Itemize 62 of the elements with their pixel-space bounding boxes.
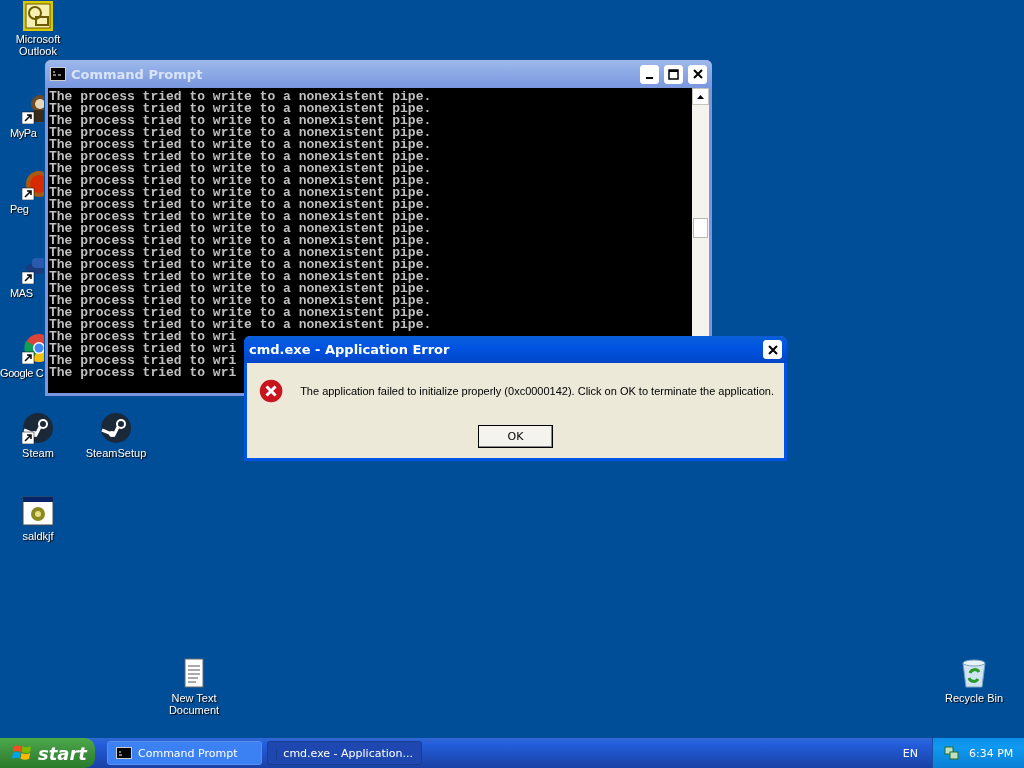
language-indicator[interactable]: EN [902,746,918,760]
console-line: The process tried to write to a nonexistent pipe. [49,223,432,235]
scroll-up-button[interactable] [692,88,709,105]
console-line: The process tried to write to a nonexistent pipe. [49,127,432,139]
console-icon [50,67,66,81]
envelope-clock-icon[interactable] [22,0,54,32]
up-arrow-icon [697,94,704,99]
window-title: Command Prompt [71,66,204,82]
icon-label: MyPa [10,127,37,139]
maximize-icon [668,68,679,80]
start-button[interactable]: start [0,738,95,768]
console-line: The process tried to wri [49,343,237,355]
ok-button[interactable]: OK [478,425,553,448]
icon-label: Peg [10,203,29,215]
scroll-thumb[interactable] [693,218,708,238]
steam-icon[interactable] [100,412,132,444]
network-icon[interactable] [943,745,959,761]
console-line: The process tried to write to a nonexistent pipe. [49,199,432,211]
console-line: The process tried to write to a nonexistent pipe. [49,211,432,223]
console-line: The process tried to wri [49,367,237,379]
steam-icon[interactable] [22,412,54,444]
console-line: The process tried to write to a nonexistent pipe. [49,259,432,271]
minimize-button[interactable] [640,64,659,84]
program-window-icon[interactable] [22,495,54,527]
icon-label: New Text Document [167,692,221,716]
console-line: The process tried to wri [49,355,237,367]
console-line: The process tried to write to a nonexistent pipe. [49,271,432,283]
close-icon [692,69,703,79]
console-line: The process tried to write to a nonexistent pipe. [49,91,432,103]
icon-label: saldkjf [22,530,54,542]
console-icon [116,747,132,759]
clock: 6:34 PM [969,746,1014,760]
console-line: The process tried to write to a nonexistent pipe. [49,175,432,187]
close-icon [767,344,778,355]
taskbar-button[interactable]: Command Prompt [107,741,262,765]
error-message: The application failed to initialize properly (0xc0000142). Click on OK to terminate the application. [300,385,774,397]
console-line: The process tried to write to a nonexistent pipe. [49,103,432,115]
console-line: The process tried to write to a nonexistent pipe. [49,187,432,199]
maximize-button[interactable] [664,64,683,84]
icon-label: Google C [0,367,44,379]
icon-label: Microsoft Outlook [14,33,62,57]
close-button[interactable] [688,64,707,84]
console-line: The process tried to write to a nonexistent pipe. [49,139,432,151]
taskbar-button[interactable]: cmd.exe - Application... [267,741,422,765]
console-line: The process tried to write to a nonexistent pipe. [49,295,432,307]
console-line: The process tried to write to a nonexistent pipe. [49,151,432,163]
console-line: The process tried to write to a nonexistent pipe. [49,319,432,331]
dialog-title: cmd.exe - Application Error [249,342,451,357]
console-line: The process tried to write to a nonexistent pipe. [49,115,432,127]
console-line: The process tried to write to a nonexistent pipe. [49,283,432,295]
icon-label: Recycle Bin [944,692,1004,704]
console-line: The process tried to write to a nonexistent pipe. [49,163,432,175]
console-line: The process tried to write to a nonexistent pipe. [49,247,432,259]
icon-label: Steam [22,447,54,459]
windows-flag-icon [12,744,32,762]
close-button[interactable] [763,340,782,359]
console-line: The process tried to write to a nonexistent pipe. [49,235,432,247]
minimize-icon [646,77,653,79]
console-line: The process tried to wri [49,331,237,343]
icon-label: SteamSetup [85,447,147,459]
console-line: The process tried to write to a nonexistent pipe. [49,307,432,319]
icon-label: MAS [10,287,33,299]
